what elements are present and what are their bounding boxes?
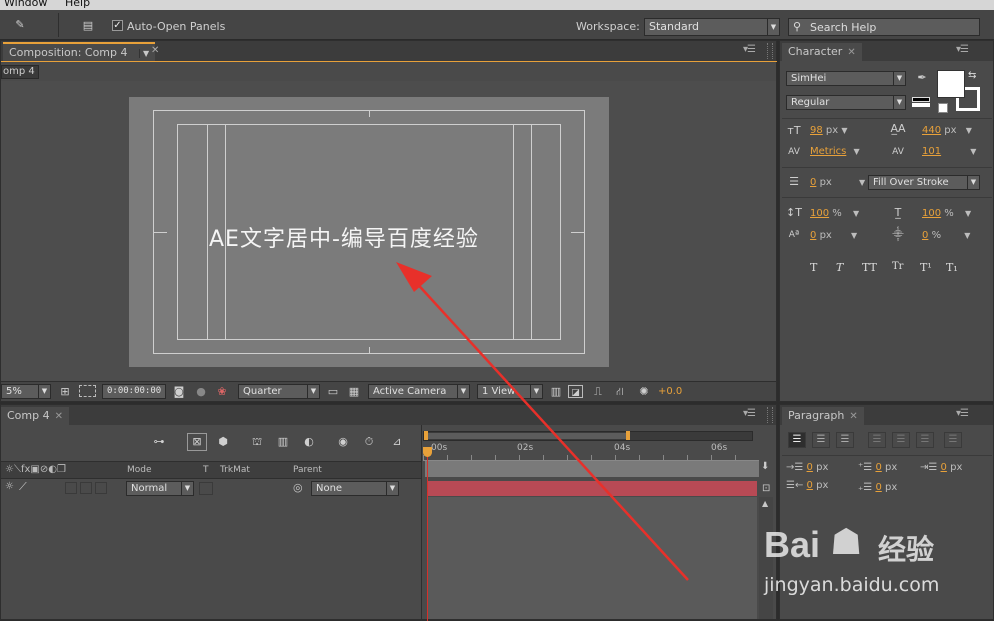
watermark-brand-a: Bai [764, 524, 821, 565]
baidu-watermark: Bai ☗ 经验 jingyan.baidu.com [756, 514, 994, 604]
watermark-brand-b: 经验 [878, 533, 935, 566]
arrow-head [396, 262, 432, 292]
arrow-shaft [411, 277, 689, 581]
watermark-url: jingyan.baidu.com [764, 574, 940, 596]
paw-icon: ☗ [830, 522, 863, 563]
